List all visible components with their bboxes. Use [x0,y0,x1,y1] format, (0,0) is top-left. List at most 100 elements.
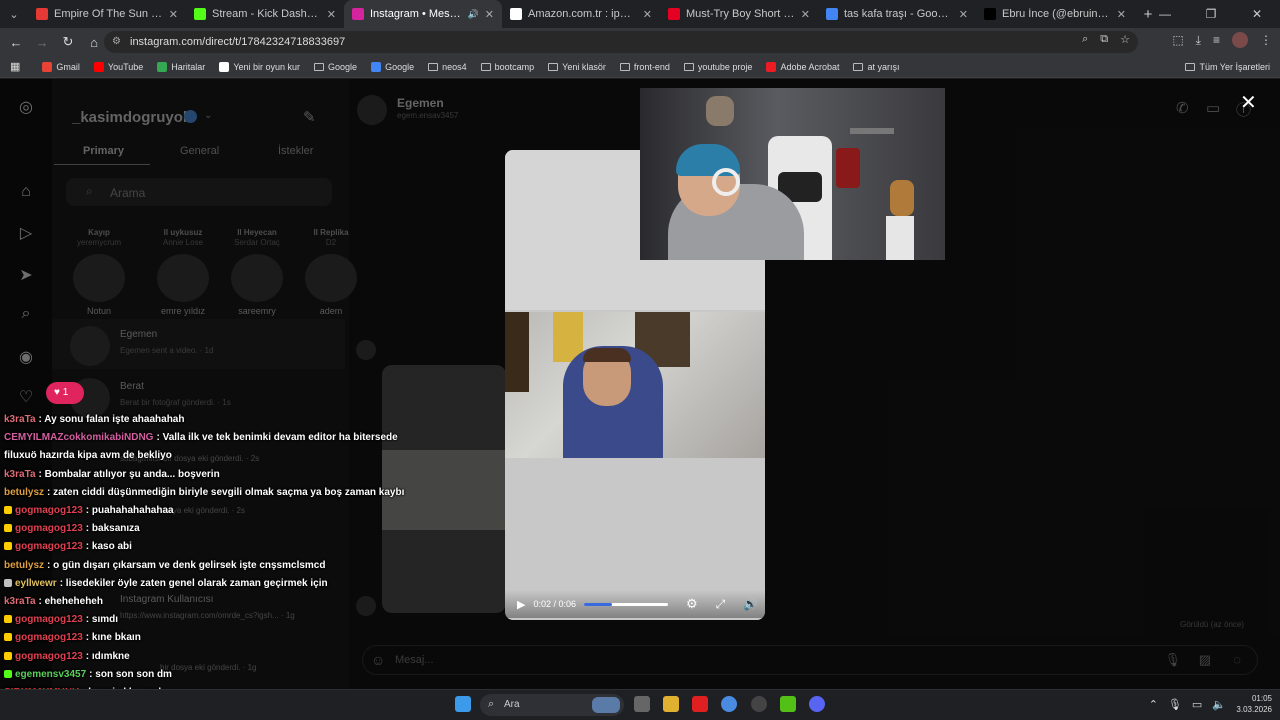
bookmark-item[interactable]: youtube proje [683,62,752,72]
chat-username[interactable]: gogmagog123 [15,632,83,643]
bookmark-item[interactable]: Haritalar [157,61,205,72]
bookmark-favicon-icon [371,61,382,72]
close-tab-icon[interactable]: ✕ [1117,8,1126,21]
browser-tab[interactable]: Empire Of The Sun - We Are The ✕ [28,0,186,28]
address-bar[interactable]: ⚙ instagram.com/direct/t/178423247188336… [104,31,1138,53]
chat-username[interactable]: gogmagog123 [15,614,83,625]
notifications-pill[interactable]: ♥ 1 [46,382,84,404]
browser-tab[interactable]: Stream - Kick Dashboard ✕ [186,0,344,28]
tab-search-button[interactable]: ⌄ [0,8,28,21]
kick-icon[interactable] [780,696,796,712]
chat-username[interactable]: betulysz [4,560,44,571]
close-tab-icon[interactable]: ✕ [959,8,968,21]
bookmark-item[interactable]: Yeni klasör [548,62,606,72]
wall-poster [505,312,529,392]
bookmark-item[interactable]: neos4 [428,62,467,72]
bookmark-item[interactable]: Adobe Acrobat [766,61,839,72]
back-icon[interactable]: ← [4,30,28,54]
audio-playing-icon[interactable]: 🔊 [468,9,479,20]
extensions-icon[interactable]: ⬚ [1172,33,1183,47]
video-progress-bar[interactable] [584,602,669,606]
chat-username[interactable]: egemensv3457 [15,669,86,680]
search-highlight-image [592,697,620,713]
close-tab-icon[interactable]: ✕ [801,8,810,21]
youtube-app-icon[interactable] [692,696,708,712]
close-tab-icon[interactable]: ✕ [643,8,652,21]
bookmark-item[interactable]: Yeni bir oyun kur [219,61,300,72]
chat-username[interactable]: CEMYILMAZcokkomikabiNDNG [4,432,153,443]
browser-tab[interactable]: Must-Try Boy Short Haircut Insp ✕ [660,0,818,28]
bookmark-label: at yarışı [867,61,900,72]
volume-icon[interactable]: 🔊 [743,597,758,611]
restore-icon[interactable]: ❐ [1188,0,1234,28]
taskbar-search[interactable]: ⌕ Ara [480,694,624,716]
fullscreen-icon[interactable]: ⤢ [716,597,726,612]
bookmark-item[interactable]: Google [371,61,414,72]
chat-username[interactable]: gogmagog123 [15,505,83,516]
close-tab-icon[interactable]: ✕ [327,8,336,21]
chat-username[interactable]: eyllwewr [15,578,57,589]
video-frame[interactable] [505,312,765,458]
bookmark-item[interactable]: Google [314,62,357,72]
forward-icon[interactable]: → [30,30,54,54]
chat-message: gogmagog123: sımdı [0,611,420,629]
bookmark-item[interactable]: bootcamp [480,62,534,72]
settings-icon[interactable]: ⚙ [686,596,698,612]
install-icon[interactable]: ⧉ [1100,33,1108,46]
close-tab-icon[interactable]: ✕ [169,8,178,21]
bookmark-star-icon[interactable]: ☆ [1120,33,1130,46]
file-explorer-icon[interactable] [663,696,679,712]
browser-tab[interactable]: Instagram • Mesajlar 🔊 ✕ [344,0,502,28]
start-icon[interactable] [455,696,471,712]
home-icon[interactable]: ⌂ [82,30,106,54]
chat-message: eyllwewr: lisedekiler öyle zaten genel o… [0,575,420,593]
microphone-icon[interactable]: 🎙 [1168,698,1182,711]
all-bookmarks[interactable]: Tüm Yer İşaretleri [1185,62,1270,72]
bookmark-item[interactable]: Gmail [42,61,80,72]
chat-username[interactable]: gogmagog123 [15,523,83,534]
play-icon[interactable]: ▶ [517,598,525,611]
chat-text: : eheheheheh [38,596,103,608]
clock[interactable]: 01:05 3.03.2026 [1236,693,1272,715]
reload-icon[interactable]: ↻ [56,30,80,54]
chat-text: : kaso abi [85,541,132,553]
video-time: 0:02 / 0:06 [533,599,577,609]
chat-username[interactable]: gogmagog123 [15,541,83,552]
bookmark-item[interactable]: front-end [619,62,670,72]
discord-icon[interactable] [809,696,825,712]
minimize-icon[interactable]: — [1142,0,1188,28]
chat-text: : kıne bkaın [85,632,141,644]
browser-tab[interactable]: Amazon.com.tr : iphone 15 pro ✕ [502,0,660,28]
chrome-icon[interactable] [721,696,737,712]
chat-username[interactable]: betulysz [4,487,44,498]
close-tab-icon[interactable]: ✕ [485,8,494,21]
chat-username[interactable]: gogmagog123 [15,651,83,662]
obs-icon[interactable] [751,696,767,712]
chat-username[interactable]: k3raTa [4,469,36,480]
menu-icon[interactable]: ⋮ [1260,33,1272,47]
browser-tab[interactable]: tas kafa traşı - Google'da Ara ✕ [818,0,976,28]
reading-list-icon[interactable]: ≡ [1213,33,1220,47]
bookmark-item[interactable]: at yarışı [853,61,900,72]
tab-title: Instagram • Mesajlar [370,8,462,20]
browser-tab[interactable]: Ebru İnce (@ebruincce) / X ✕ [976,0,1134,28]
chat-username[interactable]: k3raTa [4,596,36,607]
network-icon[interactable]: ▭ [1192,698,1202,711]
task-view-icon[interactable] [634,696,650,712]
close-modal-icon[interactable]: ✕ [1240,90,1257,115]
chat-message: egemensv3457: son son son dm [0,666,420,684]
chat-text: : baksanıza [85,523,140,535]
chat-username[interactable]: k3raTa [4,414,36,425]
close-window-icon[interactable]: ✕ [1234,0,1280,28]
chevron-up-icon[interactable]: ⌃ [1149,698,1158,711]
site-info-icon[interactable]: ⚙ [112,36,121,47]
bookmark-list: Gmail YouTube Haritalar Yeni bir oyun kur Go… [42,61,900,72]
zoom-icon[interactable]: ⌕ [1082,33,1088,46]
apps-grid-icon[interactable]: ▦ [10,60,20,73]
url-text: instagram.com/direct/t/17842324718833697 [130,36,346,48]
profile-avatar[interactable] [1232,32,1248,48]
speaker-icon[interactable]: 🔈 [1212,698,1226,711]
download-icon[interactable]: ⤓ [1196,33,1201,48]
chat-text: : lisedekiler öyle zaten genel olarak za… [59,577,328,589]
bookmark-item[interactable]: YouTube [93,61,143,72]
